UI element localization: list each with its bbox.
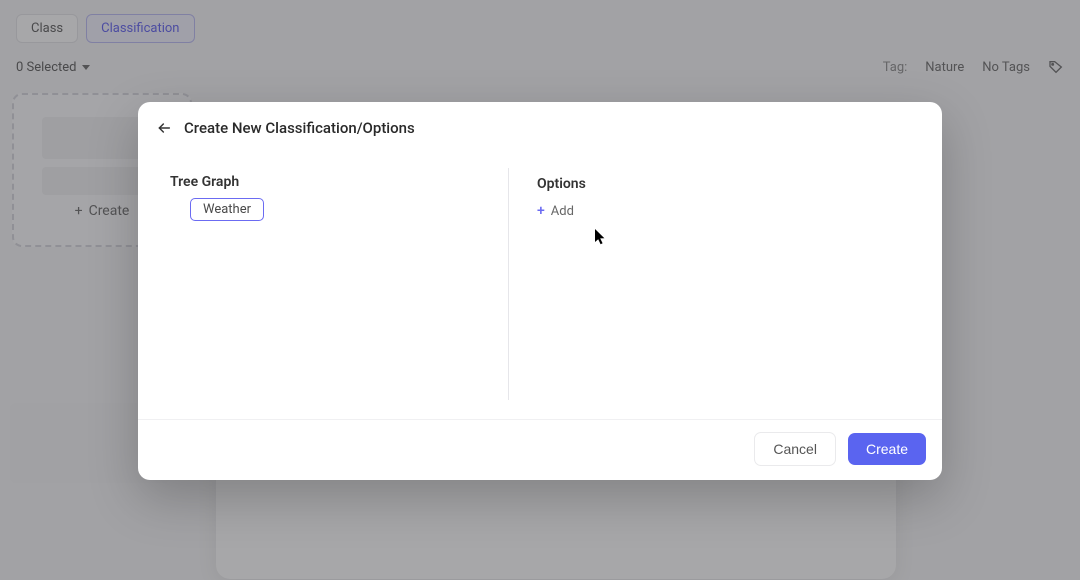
modal-body: Tree Graph Weather Options + Add (138, 146, 942, 419)
create-classification-modal: Create New Classification/Options Tree G… (138, 102, 942, 480)
tree-graph-heading: Tree Graph (170, 174, 484, 190)
modal-title: Create New Classification/Options (184, 119, 415, 137)
modal-header: Create New Classification/Options (138, 102, 942, 146)
options-panel: Options + Add (509, 156, 914, 419)
tree-graph-panel: Tree Graph Weather (170, 156, 508, 419)
add-option-label: Add (551, 204, 574, 219)
arrow-left-icon (156, 120, 172, 136)
modal-footer: Cancel Create (138, 419, 942, 480)
add-option-button[interactable]: + Add (537, 203, 574, 219)
cancel-button[interactable]: Cancel (754, 432, 836, 466)
create-button[interactable]: Create (848, 433, 926, 465)
tree-node-weather[interactable]: Weather (190, 198, 264, 221)
plus-icon: + (537, 203, 545, 219)
back-button[interactable] (154, 118, 174, 138)
options-heading: Options (537, 176, 914, 192)
